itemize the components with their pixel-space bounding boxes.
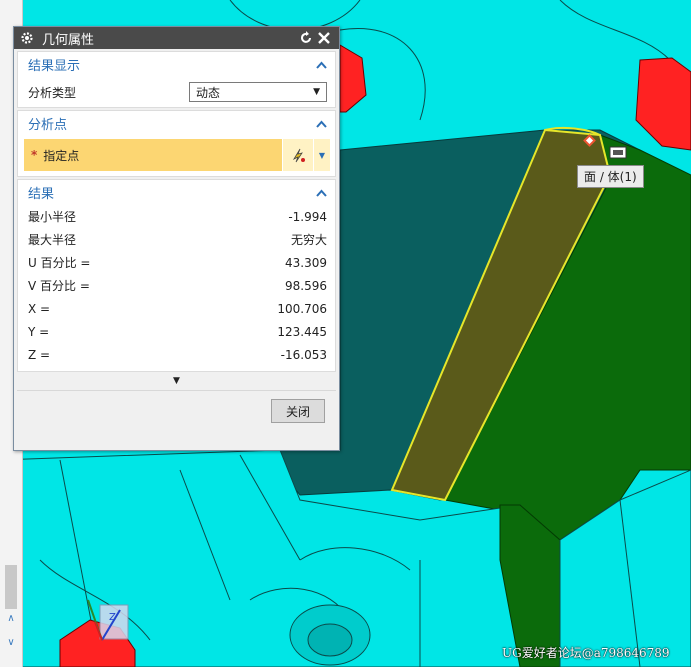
specify-point-row[interactable]: * 指定点 ▼ <box>24 139 330 171</box>
result-value: 98.596 <box>285 278 327 293</box>
results-header[interactable]: 结果 <box>18 180 335 205</box>
triad-z-label: Z <box>109 612 116 623</box>
chevron-down-icon: ▼ <box>313 87 320 97</box>
results-title: 结果 <box>28 187 55 202</box>
result-display-title: 结果显示 <box>28 59 81 74</box>
chevron-up-icon[interactable] <box>316 120 327 128</box>
dialog-title: 几何属性 <box>42 32 95 48</box>
result-label: Z = <box>28 347 51 362</box>
selection-filter-icon <box>609 146 627 159</box>
results-section: 结果 最小半径 -1.994 最大半径 无穷大 U 百分比 = 43.309 V 百分比 =… <box>17 179 336 372</box>
analysis-type-row: 分析类型 动态 ▼ <box>18 77 335 107</box>
result-row: X = 100.706 <box>18 297 335 320</box>
results-list: 最小半径 -1.994 最大半径 无穷大 U 百分比 = 43.309 V 百分比 = 98.… <box>18 205 335 371</box>
result-label: 最小半径 <box>28 210 77 224</box>
analysis-type-label: 分析类型 <box>28 85 77 100</box>
scroll-up-icon[interactable]: ∧ <box>4 612 18 626</box>
result-display-section: 结果显示 分析类型 动态 ▼ <box>17 51 336 108</box>
tooltip-text: 面 / 体(1) <box>584 170 637 184</box>
result-display-header[interactable]: 结果显示 <box>18 52 335 77</box>
close-button-label: 关闭 <box>285 404 310 419</box>
result-label: X = <box>28 301 51 316</box>
result-row: 最大半径 无穷大 <box>18 228 335 251</box>
selection-tooltip: 面 / 体(1) <box>577 165 644 188</box>
chevron-up-icon[interactable] <box>316 189 327 197</box>
scroll-down-icon[interactable]: ∨ <box>4 636 18 650</box>
result-label: 最大半径 <box>28 233 77 247</box>
analysis-point-section: 分析点 * 指定点 ▼ <box>17 110 336 177</box>
gear-icon[interactable] <box>20 31 34 45</box>
result-row: V 百分比 = 98.596 <box>18 274 335 297</box>
analysis-point-header[interactable]: 分析点 <box>18 111 335 136</box>
result-value: 无穷大 <box>290 233 327 247</box>
point-wand-icon <box>292 148 305 163</box>
dialog-footer: 关闭 <box>14 391 339 431</box>
result-row: U 百分比 = 43.309 <box>18 251 335 274</box>
watermark: UG爱好者论坛@a798646789 <box>502 646 670 660</box>
chevron-up-icon[interactable] <box>316 61 327 69</box>
result-label: V 百分比 = <box>28 279 90 293</box>
result-value: 123.445 <box>277 324 327 339</box>
result-value: -1.994 <box>288 209 327 224</box>
result-value: 43.309 <box>285 255 327 270</box>
result-row: Y = 123.445 <box>18 320 335 343</box>
resource-scrollbar[interactable] <box>5 565 17 609</box>
close-button[interactable]: 关闭 <box>271 399 325 423</box>
point-dialog-button[interactable] <box>282 139 313 171</box>
result-row: 最小半径 -1.994 <box>18 205 335 228</box>
analysis-point-title: 分析点 <box>28 118 68 133</box>
reset-icon[interactable] <box>299 31 313 45</box>
dialog-titlebar[interactable]: 几何属性 <box>14 27 339 49</box>
point-type-dropdown[interactable]: ▼ <box>313 139 330 171</box>
result-label: Y = <box>28 324 50 339</box>
analysis-type-value: 动态 <box>196 85 221 100</box>
close-icon[interactable] <box>317 31 331 45</box>
chevron-down-icon: ▼ <box>318 150 326 160</box>
analysis-type-select[interactable]: 动态 ▼ <box>189 82 327 102</box>
specify-point-label: 指定点 <box>43 148 80 163</box>
chevron-down-icon: ▼ <box>173 376 180 386</box>
geometry-properties-dialog: 几何属性 结果显示 分析类型 动态 ▼ 分析点 * 指定点 ▼ 结果 最小半径 … <box>13 26 340 451</box>
required-star: * <box>31 148 38 162</box>
result-value: 100.706 <box>277 301 327 316</box>
result-row: Z = -16.053 <box>18 343 335 366</box>
result-label: U 百分比 = <box>28 256 91 270</box>
more-toggle[interactable]: ▼ <box>17 372 336 391</box>
result-value: -16.053 <box>280 347 327 362</box>
